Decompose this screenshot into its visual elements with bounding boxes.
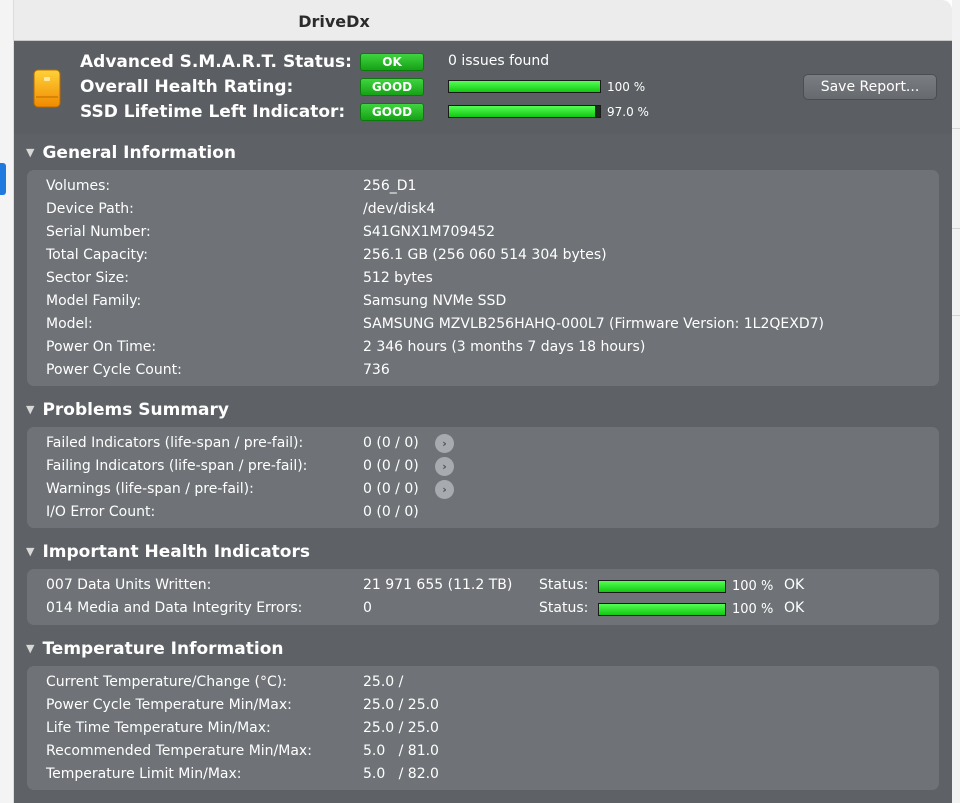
health-rating-badge: GOOD: [360, 78, 424, 96]
window-title: DriveDx: [298, 12, 370, 31]
indicator-key: 007 Data Units Written:: [46, 577, 212, 593]
info-value: /dev/disk4: [363, 201, 436, 217]
disclosure-triangle-icon[interactable]: ▼: [26, 146, 34, 159]
temperature-value: 25.0 / 25.0: [363, 720, 439, 736]
indicator-status-bar: [598, 580, 726, 593]
title-bar: DriveDx: [14, 0, 952, 41]
temperature-value: 5.0 / 81.0: [363, 743, 439, 759]
info-key: Power Cycle Count:: [46, 362, 182, 378]
section-title: General Information: [42, 143, 236, 163]
info-value: Samsung NVMe SSD: [363, 293, 507, 309]
go-arrow-icon[interactable]: ›: [435, 434, 454, 453]
health-rating-bar-fill: [449, 81, 600, 92]
temperature-key: Recommended Temperature Min/Max:: [46, 743, 312, 759]
disclosure-triangle-icon[interactable]: ▼: [26, 403, 34, 416]
indicator-row: 007 Data Units Written: 21 971 655 (11.2…: [27, 577, 939, 597]
ssd-lifetime-bar: [448, 105, 601, 118]
go-arrow-icon[interactable]: ›: [435, 457, 454, 476]
health-rating-percent: 100 %: [607, 80, 646, 94]
section-title: Important Health Indicators: [42, 542, 310, 562]
section-temperature-information[interactable]: ▼ Temperature Information: [26, 639, 283, 659]
health-rating-label: Overall Health Rating:: [80, 77, 294, 97]
smart-issues-text: 0 issues found: [448, 53, 550, 69]
info-key: Volumes:: [46, 178, 111, 194]
drive-icon: [33, 69, 61, 108]
ssd-lifetime-bar-fill: [449, 106, 596, 117]
indicator-percent: 100 %: [732, 602, 774, 617]
save-report-button[interactable]: Save Report...: [803, 74, 937, 100]
temperature-key: Current Temperature/Change (°C):: [46, 674, 287, 690]
info-value: 256_D1: [363, 178, 417, 194]
info-key: Device Path:: [46, 201, 134, 217]
health-rating-bar: [448, 80, 601, 93]
temperature-value: 25.0 /: [363, 674, 404, 690]
go-arrow-icon[interactable]: ›: [435, 480, 454, 499]
temperature-value: 5.0 / 82.0: [363, 766, 439, 782]
indicator-value: 21 971 655 (11.2 TB): [363, 577, 513, 593]
general-information-box: Volumes: 256_D1 Device Path: /dev/disk4 Se…: [27, 170, 939, 386]
problem-value: 0 (0 / 0): [363, 458, 419, 474]
health-indicators-box: 007 Data Units Written: 21 971 655 (11.2…: [27, 569, 939, 625]
problem-key: Warnings (life-span / pre-fail):: [46, 481, 254, 497]
background-sidebar: [0, 0, 14, 803]
info-key: Total Capacity:: [46, 247, 149, 263]
temperature-key: Temperature Limit Min/Max:: [46, 766, 242, 782]
problem-value: 0 (0 / 0): [363, 435, 419, 451]
section-important-health-indicators[interactable]: ▼ Important Health Indicators: [26, 542, 310, 562]
indicator-status-label: Status:: [539, 600, 589, 616]
info-key: Sector Size:: [46, 270, 129, 286]
info-key: Power On Time:: [46, 339, 157, 355]
status-summary: Advanced S.M.A.R.T. Status: OK 0 issues …: [14, 41, 952, 134]
info-value: 2 346 hours (3 months 7 days 18 hours): [363, 339, 646, 355]
section-title: Problems Summary: [42, 400, 229, 420]
smart-status-badge: OK: [360, 53, 424, 71]
temperature-value: 25.0 / 25.0: [363, 697, 439, 713]
ssd-lifetime-label: SSD Lifetime Left Indicator:: [80, 102, 346, 122]
temperature-key: Power Cycle Temperature Min/Max:: [46, 697, 292, 713]
indicator-status-bar: [598, 603, 726, 616]
indicator-state: OK: [784, 577, 805, 593]
temperature-key: Life Time Temperature Min/Max:: [46, 720, 271, 736]
ssd-lifetime-percent: 97.0 %: [607, 105, 649, 119]
info-value: 512 bytes: [363, 270, 433, 286]
problems-summary-box: Failed Indicators (life-span / pre-fail)…: [27, 427, 939, 528]
indicator-status-bar-fill: [599, 581, 725, 592]
info-value: 256.1 GB (256 060 514 304 bytes): [363, 247, 607, 263]
indicator-status-bar-fill: [599, 604, 725, 615]
info-value: 736: [363, 362, 390, 378]
indicator-status-label: Status:: [539, 577, 589, 593]
problem-row: Failed Indicators (life-span / pre-fail)…: [27, 434, 939, 455]
disclosure-triangle-icon[interactable]: ▼: [26, 642, 34, 655]
info-key: Serial Number:: [46, 224, 151, 240]
indicator-value: 0: [363, 600, 372, 616]
temperature-information-box: Current Temperature/Change (°C): 25.0 / P…: [27, 666, 939, 790]
info-key: Model:: [46, 316, 93, 332]
indicator-row: 014 Media and Data Integrity Errors: 0 S…: [27, 600, 939, 620]
disclosure-triangle-icon[interactable]: ▼: [26, 545, 34, 558]
problem-row: Warnings (life-span / pre-fail): 0 (0 / 0…: [27, 480, 939, 501]
info-key: Model Family:: [46, 293, 142, 309]
info-value: SAMSUNG MZVLB256HAHQ-000L7 (Firmware Ver…: [363, 316, 824, 332]
problem-value: 0 (0 / 0): [363, 504, 419, 520]
section-problems-summary[interactable]: ▼ Problems Summary: [26, 400, 229, 420]
problem-key: Failing Indicators (life-span / pre-fail…: [46, 458, 308, 474]
problem-value: 0 (0 / 0): [363, 481, 419, 497]
drive-report-panel: Advanced S.M.A.R.T. Status: OK 0 issues …: [14, 41, 952, 803]
section-title: Temperature Information: [42, 639, 284, 659]
ssd-lifetime-badge: GOOD: [360, 103, 424, 121]
background-window-edge: [952, 0, 960, 803]
problem-key: Failed Indicators (life-span / pre-fail)…: [46, 435, 304, 451]
background-selection-indicator: [0, 163, 6, 195]
indicator-state: OK: [784, 600, 805, 616]
info-value: S41GNX1M709452: [363, 224, 496, 240]
indicator-percent: 100 %: [732, 579, 774, 594]
problem-row: Failing Indicators (life-span / pre-fail…: [27, 457, 939, 478]
problem-key: I/O Error Count:: [46, 504, 156, 520]
indicator-key: 014 Media and Data Integrity Errors:: [46, 600, 303, 616]
section-general-information[interactable]: ▼ General Information: [26, 143, 236, 163]
smart-status-label: Advanced S.M.A.R.T. Status:: [80, 52, 352, 72]
